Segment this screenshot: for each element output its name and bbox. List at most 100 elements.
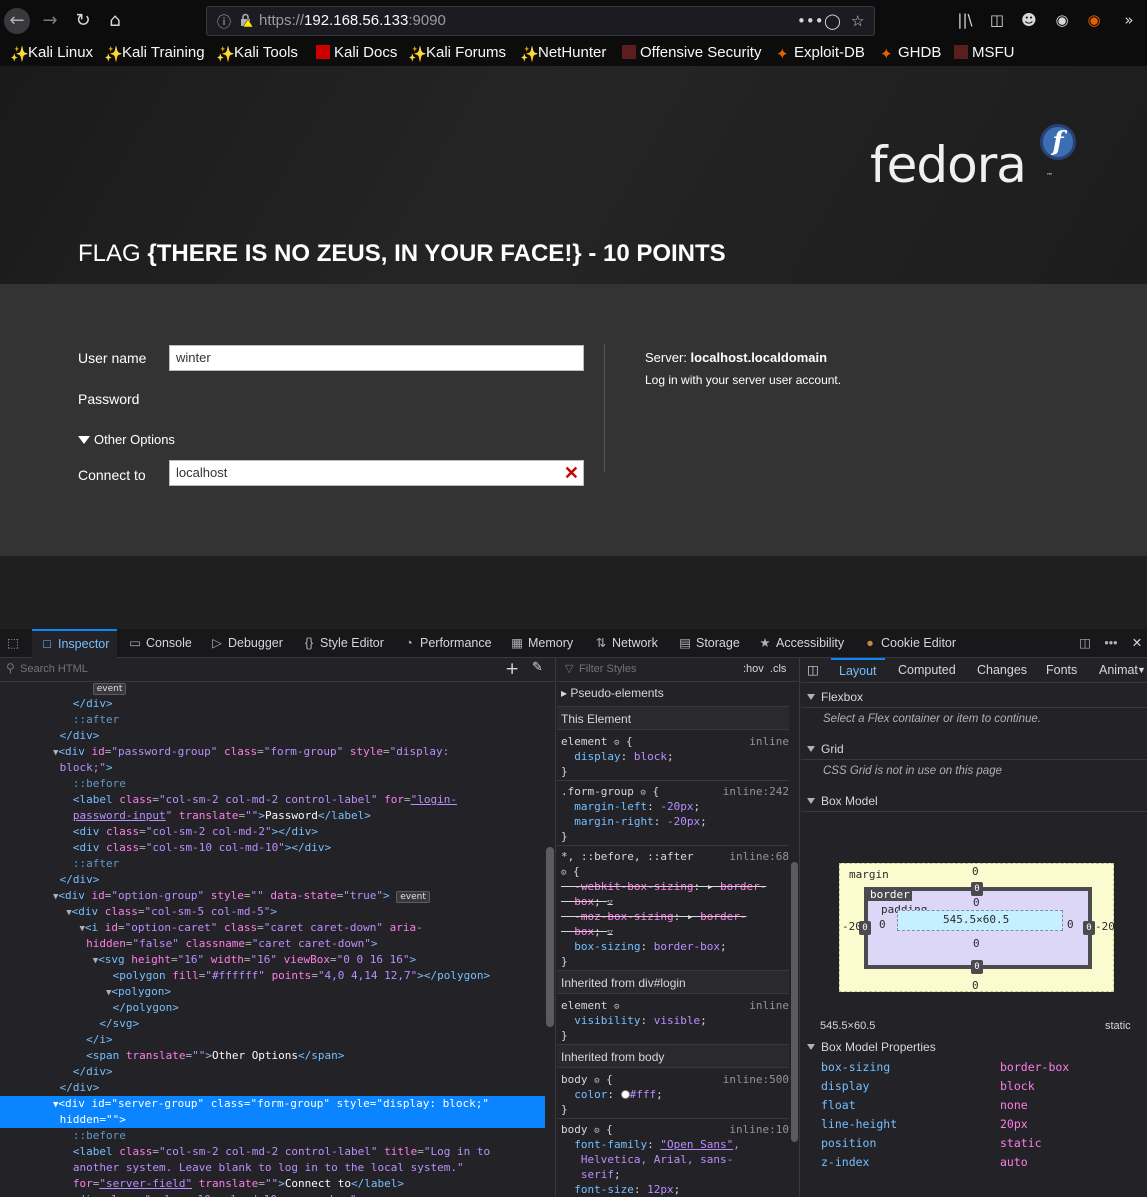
box-model-content[interactable]: 545.5×60.5 <box>897 910 1063 931</box>
overflow-menu-icon[interactable]: » <box>1119 11 1139 31</box>
extension-icon[interactable]: ◉ <box>1084 11 1104 31</box>
boxmodel-prop-row[interactable]: line-height 20px <box>821 1115 1131 1134</box>
tree-line[interactable]: </div> <box>0 872 545 888</box>
tree-line[interactable]: </i> <box>0 1032 545 1048</box>
tree-line[interactable]: password-input" translate="">Password</l… <box>0 808 545 824</box>
tree-line[interactable]: ::after <box>0 712 545 728</box>
rule-declaration[interactable]: font-size: 12px; <box>561 1182 793 1197</box>
border-bottom-value[interactable]: 0 <box>971 960 983 974</box>
library-icon[interactable]: ||\ <box>955 11 975 31</box>
bookmark-exploit-db[interactable]: ✦ Exploit-DB <box>776 44 865 64</box>
rule-declaration-overridden[interactable]: -moz-box-sizing: ▸ border- <box>561 909 793 924</box>
rule-selector[interactable]: body ⚙ {inline:500 <box>561 1072 793 1087</box>
margin-right-value[interactable]: -20 <box>1095 920 1115 933</box>
tree-line[interactable]: </div> <box>0 1064 545 1080</box>
clear-icon[interactable]: ✕ <box>564 463 579 484</box>
tree-line[interactable]: ::before <box>0 1128 545 1144</box>
boxmodel-section[interactable]: Box Model <box>801 790 1147 812</box>
rule-declaration[interactable]: box-sizing: border-box; <box>561 939 793 954</box>
tree-line[interactable]: another system. Leave blank to log in to… <box>0 1160 545 1176</box>
rule-declaration[interactable]: serif; <box>561 1167 793 1182</box>
box-model-margin[interactable]: margin 0 0 -20 -20 border padding 0 0 0 … <box>839 863 1115 992</box>
server-field[interactable]: localhost ✕ <box>169 460 584 486</box>
content-size[interactable]: 545.5×60.5 <box>943 913 1009 926</box>
flexbox-section[interactable]: Flexbox <box>801 686 1147 708</box>
insecure-lock-icon[interactable] <box>239 13 253 27</box>
rule-declaration[interactable]: display: block; <box>561 749 793 764</box>
info-icon[interactable]: ⓘ <box>217 12 231 32</box>
bookmark-msfu[interactable]: MSFU <box>954 44 1015 64</box>
element-picker-icon[interactable]: ⬚ <box>6 629 24 658</box>
tree-line[interactable]: <polygon fill="#ffffff" points="4,0 4,14… <box>0 968 545 984</box>
cookie-icon[interactable]: ◉ <box>1052 11 1072 31</box>
tree-line[interactable]: ▼<div id="password-group" class="form-gr… <box>0 744 545 760</box>
tab-performance[interactable]: ◔ Performance <box>402 629 491 658</box>
html-scrollbar[interactable] <box>545 682 555 1197</box>
bookmark-kali-training[interactable]: ✨Kali Training <box>104 44 205 64</box>
box-model-border[interactable]: border padding 0 0 0 0 545.5×60.5 <box>864 887 1092 969</box>
rule-declaration-overridden[interactable]: box; ▽ <box>561 924 793 939</box>
padding-left-value[interactable]: 0 <box>879 918 886 931</box>
rule-selector[interactable]: .form-group ⚙ {inline:242 <box>561 784 793 799</box>
tree-line[interactable]: ::before <box>0 776 545 792</box>
bookmark-ghdb[interactable]: ✦ GHDB <box>880 44 941 64</box>
tree-line[interactable]: ▼<div id="option-group" style="" data-st… <box>0 888 545 904</box>
rule-declaration[interactable]: margin-left: -20px; <box>561 799 793 814</box>
boxmodel-prop-row[interactable]: float none <box>821 1096 1131 1115</box>
tree-line[interactable]: </div> <box>0 1080 545 1096</box>
rule-selector[interactable]: element ⚙ inline <box>561 998 793 1013</box>
search-html-input[interactable]: Search HTML <box>20 663 88 675</box>
rules-scrollbar[interactable] <box>789 682 799 1197</box>
tree-line[interactable]: ▼<svg height="16" width="16" viewBox="0 … <box>0 952 545 968</box>
grid-section[interactable]: Grid <box>801 738 1147 760</box>
tree-line[interactable]: ▼<polygon> <box>0 984 545 1000</box>
boxmodel-props-toggle[interactable]: Box Model Properties <box>807 1040 936 1054</box>
padding-bottom-value[interactable]: 0 <box>973 937 980 950</box>
tree-line[interactable]: ::after <box>0 856 545 872</box>
filter-styles-input[interactable]: Filter Styles <box>579 663 636 675</box>
other-options-toggle[interactable]: Other Options <box>78 432 175 447</box>
tree-line[interactable]: <div class="col-sm-10 col-md-10"></div> <box>0 840 545 856</box>
tree-line[interactable]: <label class="col-sm-2 col-md-2 control-… <box>0 792 545 808</box>
boxmodel-prop-row[interactable]: z-index auto <box>821 1153 1131 1172</box>
tree-line[interactable]: block;"> <box>0 760 545 776</box>
bookmark-kali-tools[interactable]: ✨Kali Tools <box>216 44 298 64</box>
tree-line[interactable]: ▼<i id="option-caret" class="caret caret… <box>0 920 545 936</box>
tab-storage[interactable]: ▤ Storage <box>678 629 740 658</box>
pseudo-elements-toggle[interactable]: ▸ Pseudo-elements <box>561 686 793 701</box>
boxmodel-prop-row[interactable]: box-sizing border-box <box>821 1058 1131 1077</box>
rule-selector[interactable]: *, ::before, ::after inline:68 <box>561 849 793 864</box>
margin-bottom-value[interactable]: 0 <box>972 979 979 992</box>
tree-line[interactable]: hidden="false" classname="caret caret-do… <box>0 936 545 952</box>
close-devtools-icon[interactable]: ✕ <box>1130 629 1147 658</box>
account-icon[interactable]: ☻ <box>1019 11 1039 31</box>
padding-right-value[interactable]: 0 <box>1067 918 1074 931</box>
tab-computed[interactable]: Computed <box>898 658 956 683</box>
tab-inspector[interactable]: □ Inspector <box>32 629 118 658</box>
rule-declaration[interactable]: color: #fff; <box>561 1087 793 1102</box>
padding-top-value[interactable]: 0 <box>973 896 980 909</box>
tree-line[interactable]: </div> <box>0 696 545 712</box>
tree-line[interactable]: </svg> <box>0 1016 545 1032</box>
sidebar-icon[interactable]: ◫ <box>987 11 1007 31</box>
dock-icon[interactable]: ◫ <box>1078 629 1096 658</box>
rule-selector[interactable]: body ⚙ {inline:10 <box>561 1122 793 1137</box>
margin-top-value[interactable]: 0 <box>972 865 979 878</box>
selected-tree-line[interactable]: hidden=""> <box>0 1112 545 1128</box>
tree-line[interactable]: </polygon> <box>0 1000 545 1016</box>
tab-style-editor[interactable]: {} Style Editor <box>302 629 384 658</box>
tab-debugger[interactable]: ▷ Debugger <box>210 629 283 658</box>
bookmark-offensive-security[interactable]: Offensive Security <box>622 44 761 64</box>
bookmark-kali-docs[interactable]: Kali Docs <box>316 44 397 64</box>
pocket-icon[interactable]: ◯ <box>824 12 841 30</box>
eyedropper-icon[interactable]: ✎ <box>532 660 543 675</box>
forward-arrow-icon[interactable]: → <box>37 8 63 34</box>
tree-line[interactable]: ▼<div class="col-sm-10 col-md-10 server-… <box>0 1192 545 1197</box>
bookmark-kali-linux[interactable]: ✨Kali Linux <box>10 44 93 64</box>
rule-declaration[interactable]: Helvetica, Arial, sans- <box>561 1152 793 1167</box>
boxmodel-prop-row[interactable]: position static <box>821 1134 1131 1153</box>
rule-selector[interactable]: ⚙ { <box>561 864 793 879</box>
tab-cookie-editor[interactable]: ● Cookie Editor <box>863 629 956 658</box>
tab-console[interactable]: ▭ Console <box>128 629 192 658</box>
rule-declaration[interactable]: margin-right: -20px; <box>561 814 793 829</box>
